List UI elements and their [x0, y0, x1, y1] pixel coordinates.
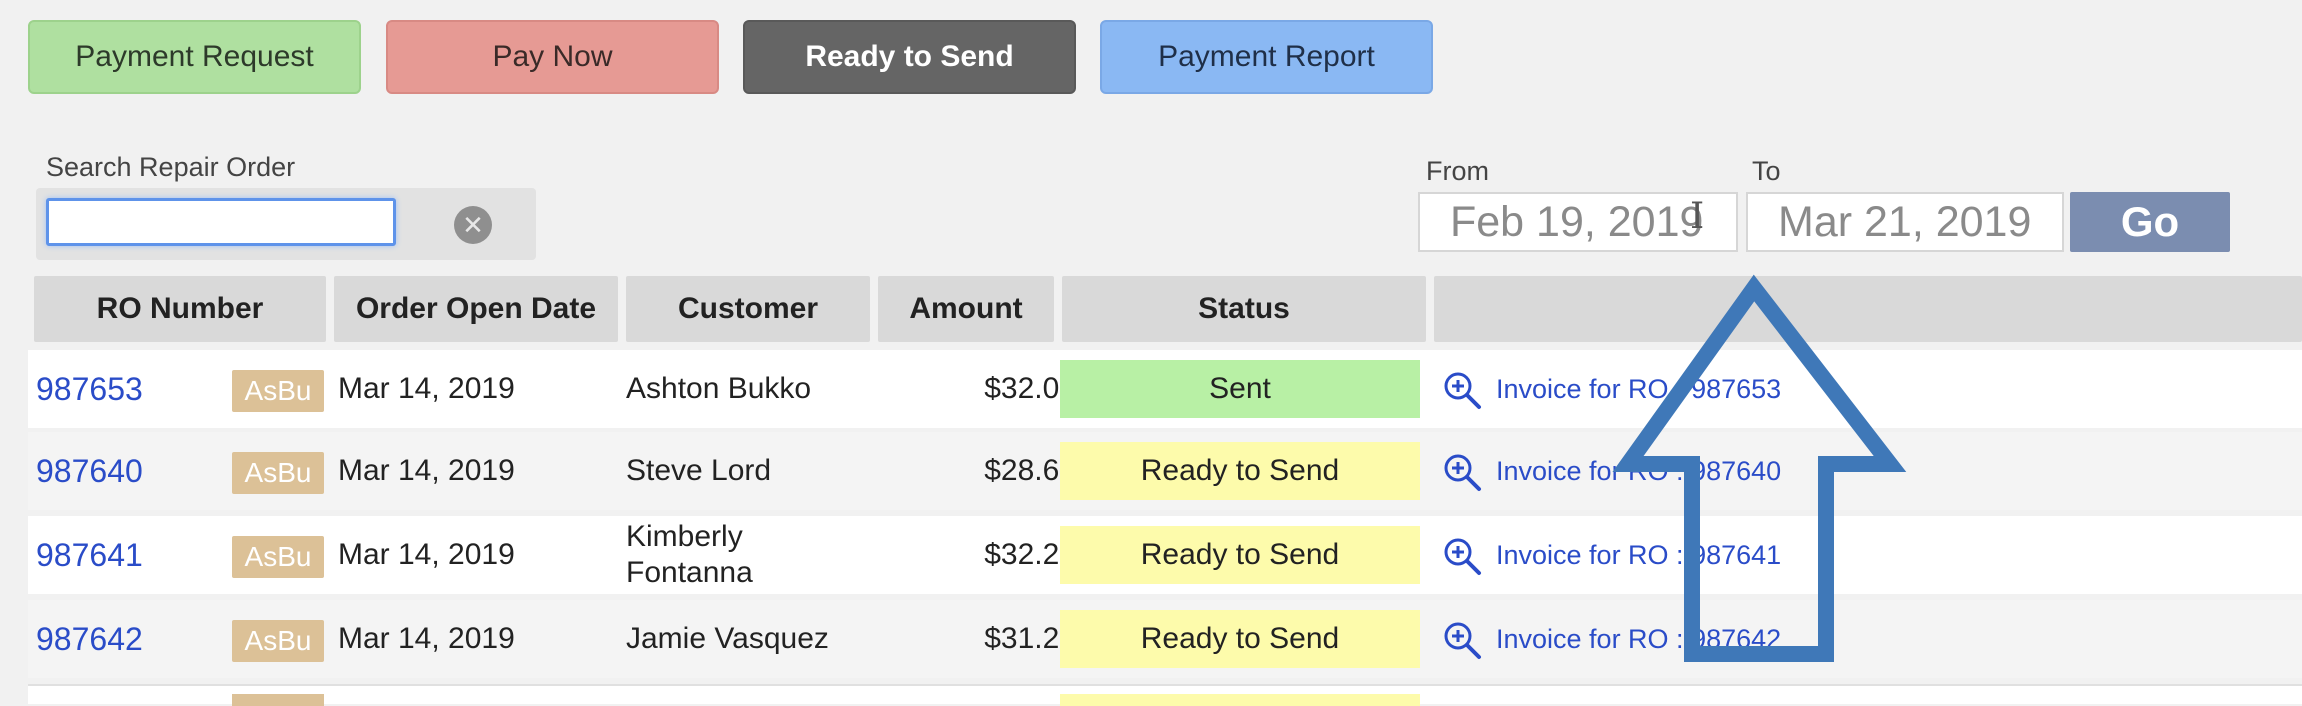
magnifier-plus-icon[interactable]	[1442, 620, 1482, 660]
payment-request-button[interactable]: Payment Request	[28, 20, 361, 94]
table-row: 987642 AsBu Mar 14, 2019 Jamie Vasquez $…	[28, 600, 2302, 678]
advisor-badge	[232, 694, 324, 706]
header-status[interactable]: Status	[1062, 276, 1426, 342]
customer-name: Kimberly Fontanna	[626, 520, 753, 589]
status-badge	[1060, 694, 1420, 706]
amount: $32.00	[984, 372, 1076, 405]
table-row: 987640 AsBu Mar 14, 2019 Steve Lord $28.…	[28, 432, 2302, 510]
status-badge: Ready to Send	[1060, 442, 1420, 500]
order-open-date: Mar 14, 2019	[338, 538, 515, 571]
order-open-date: Mar 14, 2019	[338, 622, 515, 655]
pay-now-button[interactable]: Pay Now	[386, 20, 719, 94]
go-button[interactable]: Go	[2070, 192, 2230, 252]
ready-to-send-button[interactable]: Ready to Send	[743, 20, 1076, 94]
ro-number-link[interactable]: 987641	[36, 516, 143, 594]
search-container: ✕	[36, 188, 536, 260]
status-badge: Ready to Send	[1060, 526, 1420, 584]
text-cursor-icon: I	[1690, 196, 1705, 237]
search-label: Search Repair Order	[46, 152, 296, 182]
order-open-date: Mar 14, 2019	[338, 372, 515, 405]
to-label: To	[1752, 156, 1781, 186]
advisor-badge: AsBu	[232, 370, 324, 412]
ro-number-link[interactable]: 987640	[36, 432, 143, 510]
amount: $28.60	[984, 454, 1076, 487]
ro-number-link[interactable]: 987642	[36, 600, 143, 678]
status-badge: Ready to Send	[1060, 610, 1420, 668]
header-customer[interactable]: Customer	[626, 276, 870, 342]
magnifier-plus-icon[interactable]	[1442, 536, 1482, 576]
order-open-date: Mar 14, 2019	[338, 454, 515, 487]
clear-icon[interactable]: ✕	[454, 206, 492, 244]
table-row: 987641 AsBu Mar 14, 2019 Kimberly Fontan…	[28, 516, 2302, 594]
ro-number-link[interactable]: 987653	[36, 350, 143, 428]
advisor-badge: AsBu	[232, 620, 324, 662]
payment-report-button[interactable]: Payment Report	[1100, 20, 1433, 94]
magnifier-plus-icon[interactable]	[1442, 370, 1482, 410]
search-input[interactable]	[46, 198, 396, 246]
magnifier-plus-icon[interactable]	[1442, 452, 1482, 492]
to-date-input[interactable]: Mar 21, 2019	[1746, 192, 2064, 252]
advisor-badge: AsBu	[232, 452, 324, 494]
status-badge: Sent	[1060, 360, 1420, 418]
table-row-partial	[28, 684, 2302, 706]
header-amount[interactable]: Amount	[878, 276, 1054, 342]
advisor-badge: AsBu	[232, 536, 324, 578]
up-arrow-overlay	[1612, 274, 1907, 662]
amount: $32.20	[984, 538, 1076, 571]
header-ro-number[interactable]: RO Number	[34, 276, 326, 342]
customer-name: Steve Lord	[626, 454, 772, 487]
header-order-open-date[interactable]: Order Open Date	[334, 276, 618, 342]
table-row: 987653 AsBu Mar 14, 2019 Ashton Bukko $3…	[28, 350, 2302, 428]
amount: $31.20	[984, 622, 1076, 655]
from-label: From	[1426, 156, 1489, 186]
customer-name: Ashton Bukko	[626, 372, 812, 405]
customer-name: Jamie Vasquez	[626, 622, 829, 655]
